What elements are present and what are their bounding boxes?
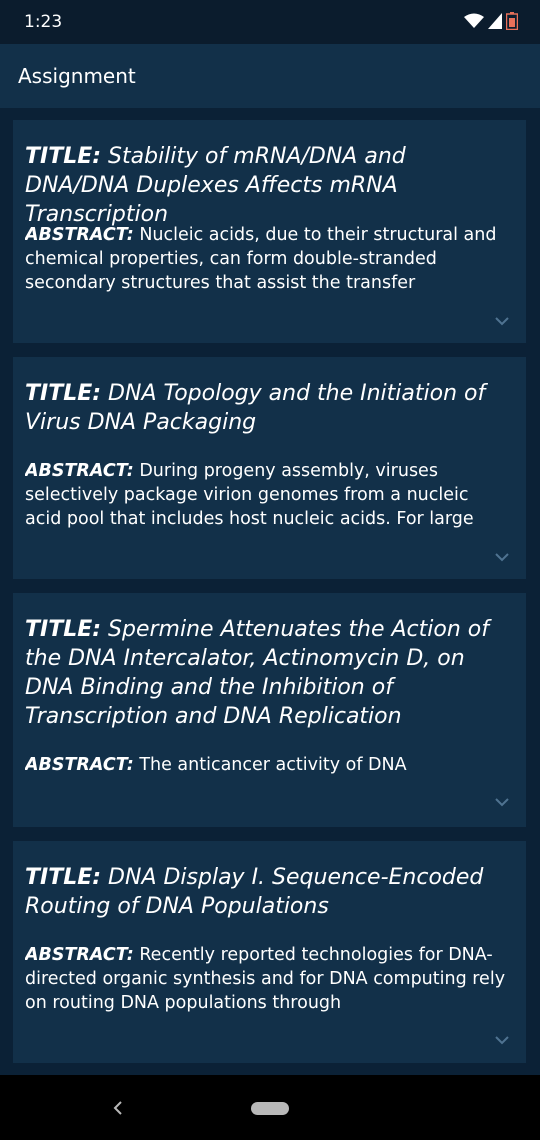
title-label: TITLE:	[25, 865, 102, 890]
navigation-bar	[0, 1075, 540, 1140]
card-title: TITLE: Stability of mRNA/DNA and DNA/DNA…	[25, 142, 517, 229]
title-label: TITLE:	[25, 144, 102, 169]
abstract-text: The anticancer activity of DNA	[139, 755, 407, 775]
abstract-label: ABSTRACT:	[25, 755, 134, 775]
status-icons	[464, 12, 518, 30]
list-item[interactable]: TITLE: DNA Topology and the Initiation o…	[13, 357, 526, 579]
abstract-label: ABSTRACT:	[25, 225, 134, 245]
app-bar: Assignment	[0, 44, 540, 108]
card-abstract: ABSTRACT: The anticancer activity of DNA	[25, 753, 507, 777]
wifi-icon	[464, 13, 484, 28]
battery-icon	[506, 12, 518, 30]
card-title: TITLE: DNA Topology and the Initiation o…	[25, 379, 517, 437]
list-item[interactable]: TITLE: DNA Display I. Sequence-Encoded R…	[13, 841, 526, 1063]
list-item[interactable]: TITLE: Stability of mRNA/DNA and DNA/DNA…	[13, 120, 526, 343]
card-title: TITLE: Spermine Attenuates the Action of…	[25, 615, 517, 731]
chevron-down-icon[interactable]	[494, 552, 510, 562]
card-abstract: ABSTRACT: Recently reported technologies…	[25, 943, 507, 1015]
abstract-label: ABSTRACT:	[25, 945, 134, 965]
page-title: Assignment	[18, 64, 136, 88]
title-label: TITLE:	[25, 617, 102, 642]
status-bar: 1:23	[0, 0, 540, 44]
home-pill[interactable]	[251, 1102, 289, 1115]
title-label: TITLE:	[25, 381, 102, 406]
back-icon[interactable]	[110, 1099, 126, 1117]
chevron-down-icon[interactable]	[494, 797, 510, 807]
status-time: 1:23	[24, 12, 63, 32]
list-item[interactable]: TITLE: Spermine Attenuates the Action of…	[13, 593, 526, 827]
chevron-down-icon[interactable]	[494, 1035, 510, 1045]
signal-icon	[488, 13, 502, 29]
card-abstract: ABSTRACT: During progeny assembly, virus…	[25, 459, 507, 531]
chevron-down-icon[interactable]	[494, 316, 510, 326]
card-title: TITLE: DNA Display I. Sequence-Encoded R…	[25, 863, 517, 921]
assignment-list[interactable]: TITLE: Stability of mRNA/DNA and DNA/DNA…	[0, 108, 540, 1075]
card-abstract: ABSTRACT: Nucleic acids, due to their st…	[25, 223, 507, 295]
abstract-label: ABSTRACT:	[25, 461, 134, 481]
